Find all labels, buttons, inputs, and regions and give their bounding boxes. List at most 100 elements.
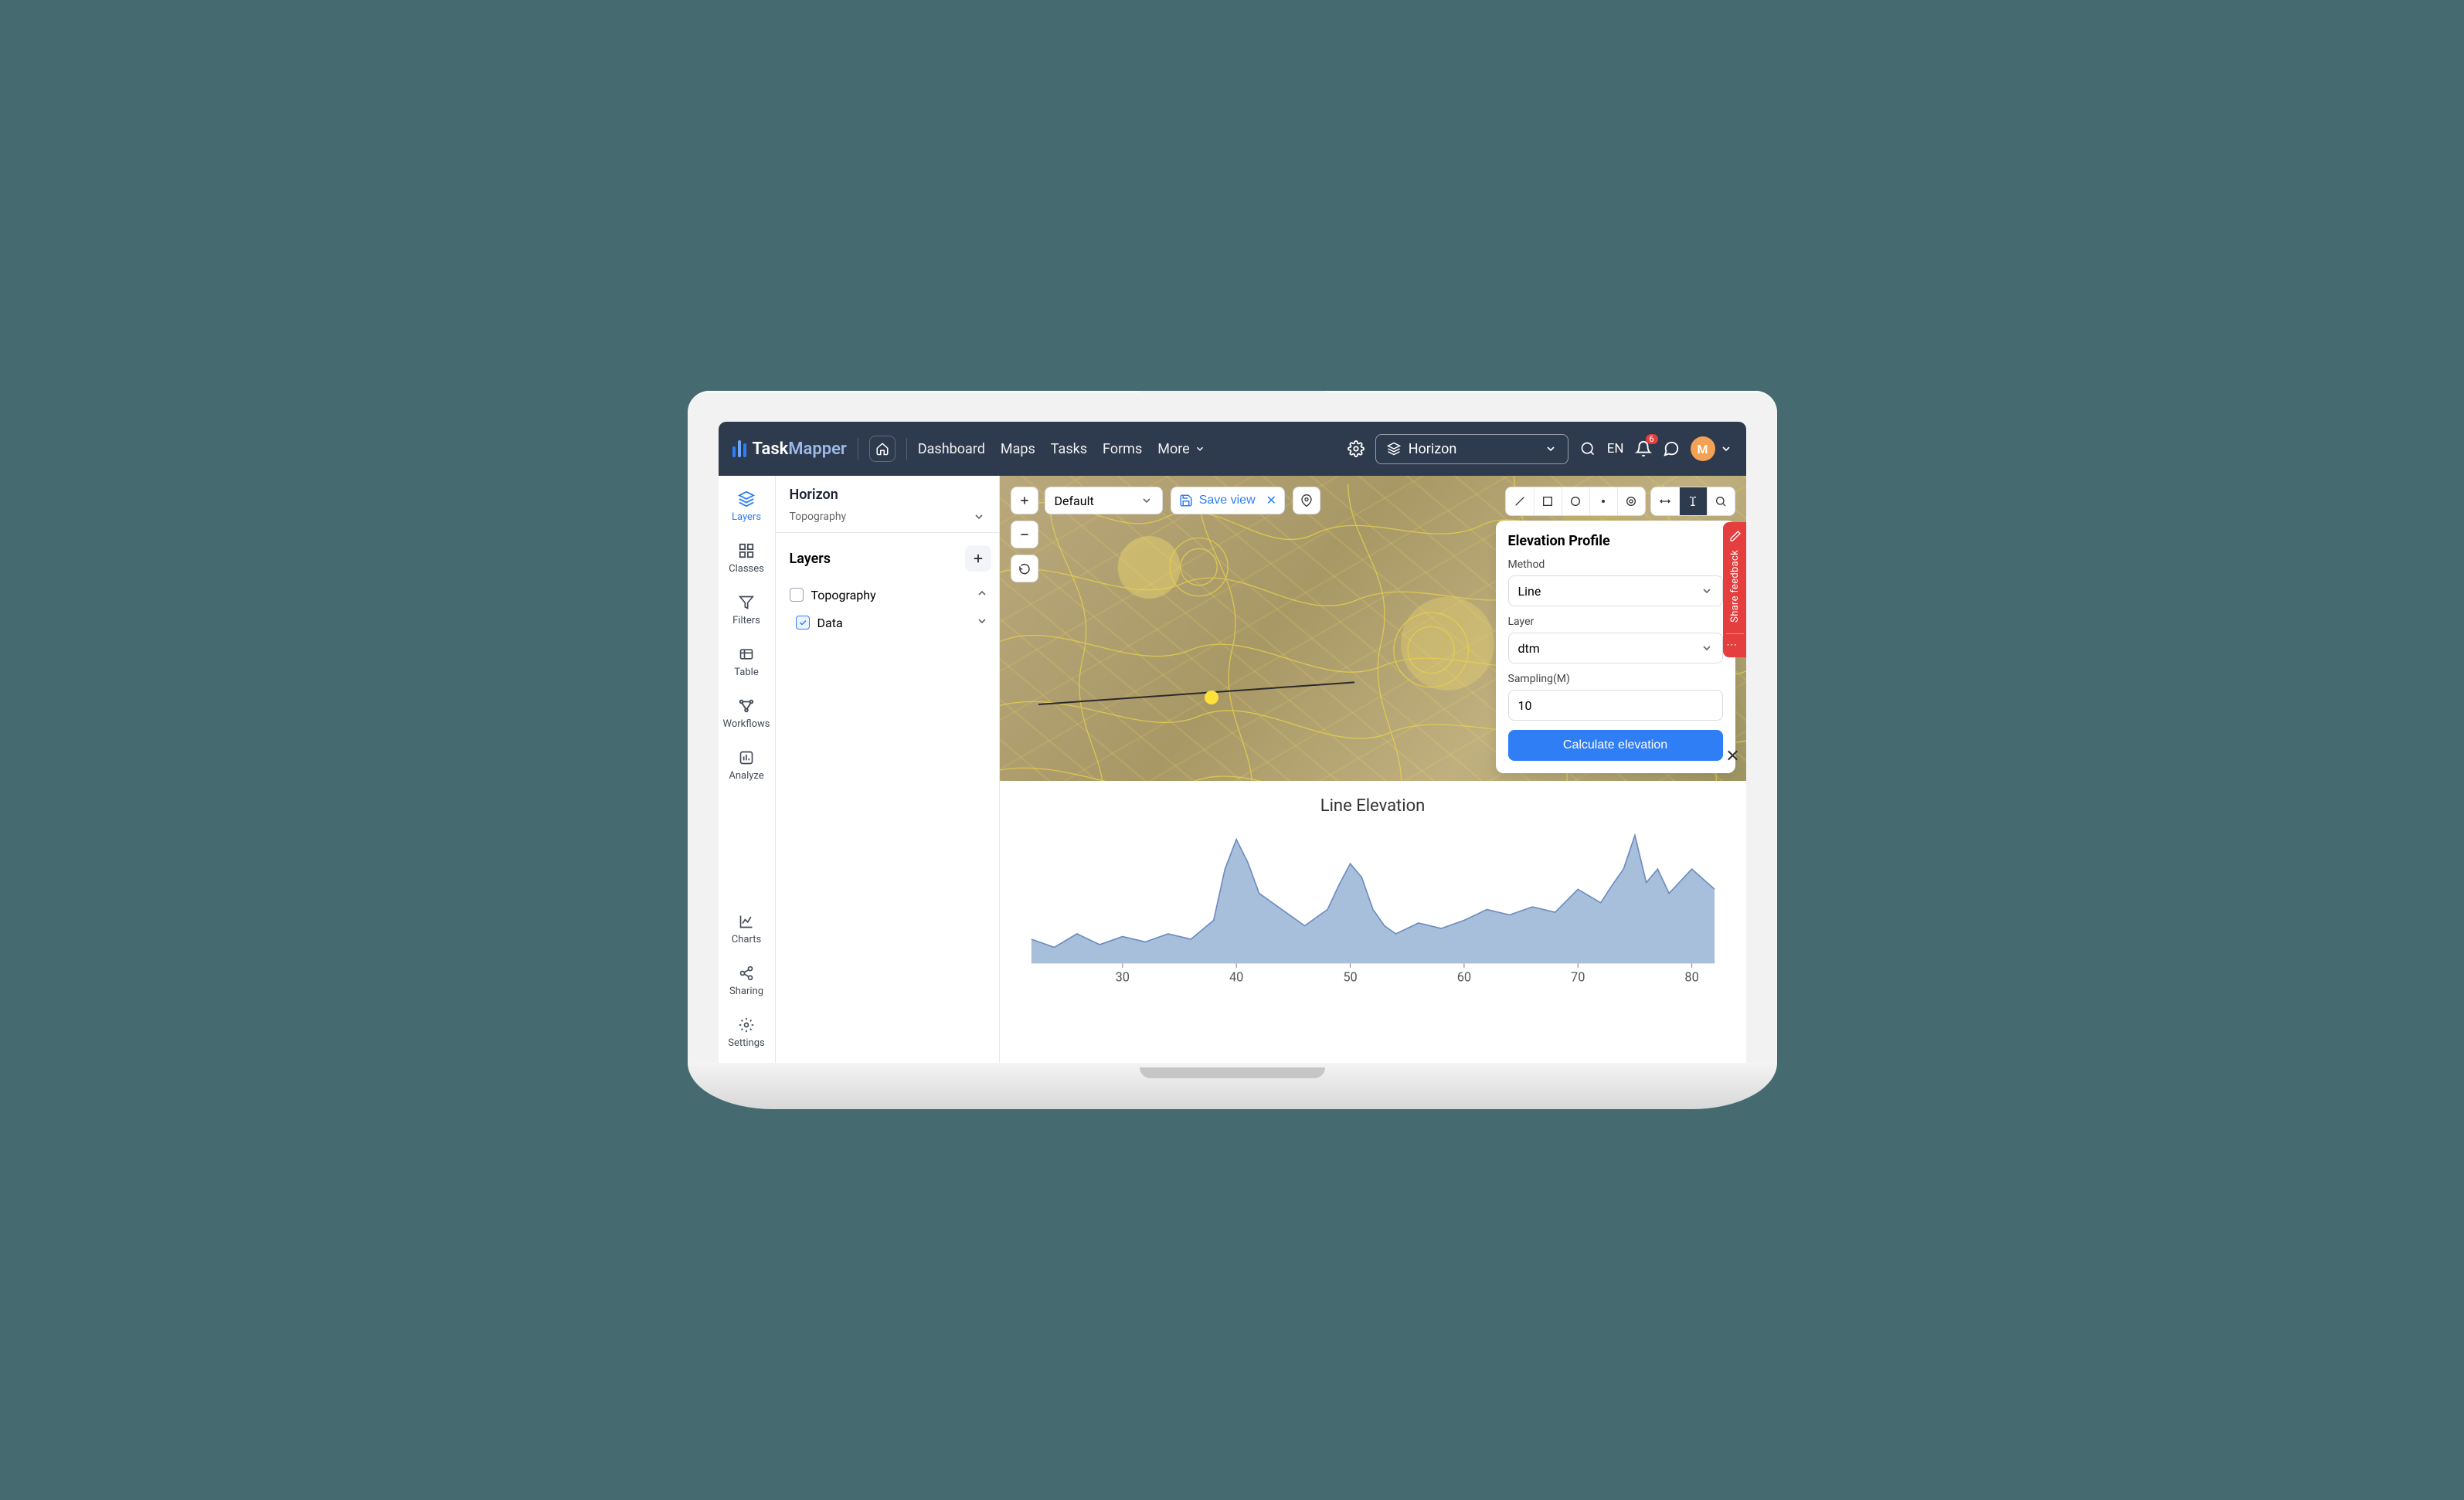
chat-button[interactable] [1663,440,1680,457]
settings-gear-button[interactable] [1348,440,1365,457]
workflow-icon [737,697,756,715]
layer-select[interactable]: dtm [1508,633,1723,663]
svg-text:30: 30 [1115,969,1129,984]
app-logo[interactable]: TaskMapper [732,439,847,459]
layer-label: Layer [1508,616,1723,628]
add-layer-button[interactable] [965,545,991,572]
notifications-button[interactable]: 6 [1635,440,1652,457]
elevation-chart: 304050607080 [1023,823,1723,986]
rail-settings[interactable]: Settings [719,1010,775,1055]
draw-rect-button[interactable] [1534,487,1562,515]
side-icon-rail: Layers Classes Filters Table [719,476,776,1063]
rail-filters[interactable]: Filters [719,587,775,633]
svg-text:50: 50 [1343,969,1357,984]
share-icon [737,964,756,982]
method-select[interactable]: Line [1508,575,1723,606]
method-label: Method [1508,558,1723,571]
circle-icon [1569,495,1582,507]
chevron-down-icon [1720,443,1732,455]
close-panel-button[interactable]: ✕ [1723,746,1743,766]
table-icon [737,645,756,663]
logo-mark-icon [732,440,746,457]
rail-classes[interactable]: Classes [719,535,775,581]
map-canvas[interactable]: Default Save view ✕ [1000,476,1746,781]
gear-icon [1348,440,1365,457]
brand-name-a: Task [753,439,789,459]
draw-point-button[interactable] [1589,487,1617,515]
rail-table[interactable]: Table [719,639,775,684]
ring-icon [1625,495,1637,507]
view-preset-select[interactable]: Default [1045,487,1163,514]
draw-tools [1505,487,1646,516]
chevron-down-icon [1140,494,1153,507]
chart-title: Line Elevation [1023,796,1723,816]
layer-name: Topography [811,588,968,602]
rail-sharing[interactable]: Sharing [719,958,775,1003]
laptop-notch [1140,391,1325,409]
chevron-up-icon[interactable] [976,587,988,602]
sampling-input[interactable]: 10 [1508,690,1723,721]
marker-button[interactable] [1293,487,1320,514]
user-menu[interactable]: M [1691,436,1732,461]
measure-tools [1650,487,1735,516]
feedback-label: Share feedback [1729,542,1741,630]
layer-row-topography[interactable]: Topography [776,581,999,609]
home-button[interactable] [869,436,896,462]
draw-line-button[interactable] [1506,487,1534,515]
checkbox-checked[interactable] [796,616,810,630]
gear-icon [737,1016,756,1034]
chevron-down-icon [1195,443,1205,454]
notification-badge: 6 [1646,434,1658,444]
close-icon[interactable]: ✕ [1262,493,1276,508]
sampling-label: Sampling(M) [1508,673,1723,685]
nav-maps[interactable]: Maps [1001,441,1035,457]
svg-text:70: 70 [1571,969,1585,984]
nav-more[interactable]: More [1157,441,1205,457]
nav-forms[interactable]: Forms [1103,441,1142,457]
layer-row-data[interactable]: Data [776,609,999,636]
panel-subtype-select[interactable]: Topography [776,509,999,533]
rail-workflows[interactable]: Workflows [719,691,775,736]
project-name: Horizon [1409,441,1537,457]
layer-name: Data [817,616,968,630]
checkbox-unchecked[interactable] [790,588,804,602]
minus-icon [1018,528,1031,541]
save-view-button[interactable]: Save view ✕ [1171,487,1285,514]
calculate-elevation-button[interactable]: Calculate elevation [1508,730,1723,761]
elevation-profile-panel: Elevation Profile Method Line Layer dtm [1496,521,1735,773]
map-search-button[interactable] [1707,487,1735,515]
search-button[interactable] [1579,440,1596,457]
zoom-out-button[interactable] [1011,521,1038,548]
measure-distance-button[interactable] [1651,487,1679,515]
rail-layers[interactable]: Layers [719,484,775,529]
chevron-down-icon [1545,443,1557,455]
elevation-profile-tool[interactable] [1679,487,1707,515]
filter-icon [737,593,756,612]
rail-analyze[interactable]: Analyze [719,742,775,788]
nav-tasks[interactable]: Tasks [1051,441,1087,457]
zoom-in-button[interactable] [1011,487,1038,514]
layers-heading: Layers [790,551,831,567]
profile-marker-dot[interactable] [1205,691,1218,704]
project-selector[interactable]: Horizon [1375,434,1568,464]
chevron-down-icon [1701,585,1713,597]
plus-icon [971,551,985,565]
chevron-down-icon [973,511,985,523]
save-icon [1179,494,1193,507]
draw-circle-button[interactable] [1562,487,1589,515]
layers-icon [737,490,756,508]
search-icon [1715,495,1727,507]
nav-dashboard[interactable]: Dashboard [918,441,985,457]
draw-ring-button[interactable] [1617,487,1645,515]
rail-charts[interactable]: Charts [719,906,775,952]
layers-panel: Horizon Topography Layers Topog [776,476,1000,1063]
more-dots-icon[interactable]: ⋯ [1726,633,1743,651]
feedback-tab[interactable]: Share feedback ⋯ [1723,522,1746,657]
reset-rotation-button[interactable] [1011,555,1038,582]
plus-icon [1018,494,1031,507]
chevron-down-icon[interactable] [976,615,988,630]
chevron-down-icon [1701,642,1713,654]
undo-icon [1018,562,1031,575]
language-switch[interactable]: EN [1607,441,1624,456]
arrows-h-icon [1658,495,1672,507]
